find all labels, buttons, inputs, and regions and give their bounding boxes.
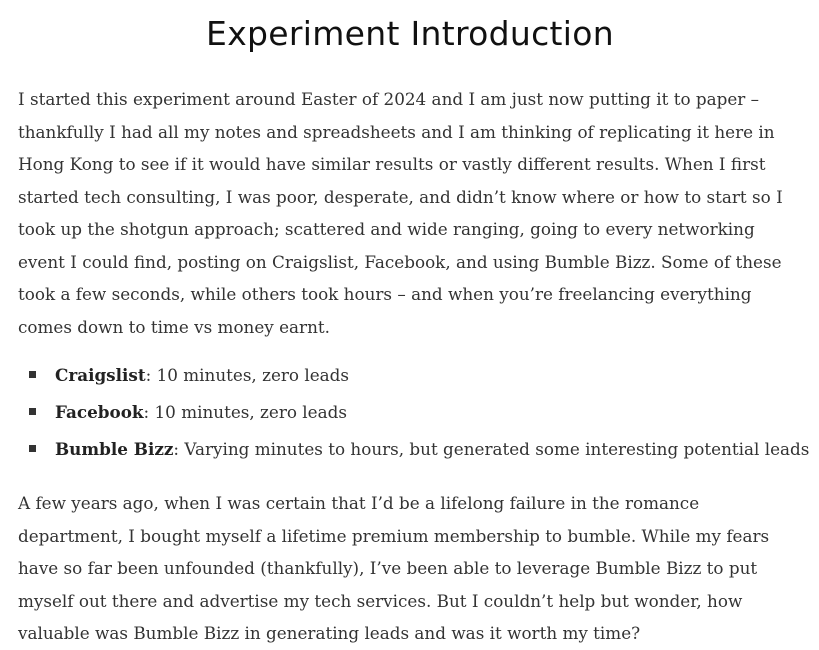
- page-title: Experiment Introduction: [206, 14, 614, 53]
- list-item: Facebook: 10 minutes, zero leads: [29, 394, 802, 431]
- channel-name: Bumble Bizz: [55, 439, 174, 459]
- square-bullet-icon: [29, 445, 36, 452]
- square-bullet-icon: [29, 408, 36, 415]
- square-bullet-icon: [29, 371, 36, 378]
- intro-paragraph: I started this experiment around Easter …: [18, 89, 783, 337]
- channel-detail: : 10 minutes, zero leads: [145, 365, 349, 385]
- closing-paragraph: A few years ago, when I was certain that…: [18, 493, 770, 643]
- list-item: Craigslist: 10 minutes, zero leads: [29, 357, 802, 394]
- article-body: Experiment Introduction I started this e…: [18, 0, 809, 650]
- channel-name: Facebook: [55, 402, 144, 422]
- list-item: Bumble Bizz: Varying minutes to hours, b…: [29, 431, 809, 468]
- channel-detail: : 10 minutes, zero leads: [143, 402, 347, 422]
- channel-name: Craigslist: [55, 365, 146, 385]
- channel-detail: : Varying minutes to hours, but generate…: [173, 439, 810, 459]
- channel-list: Craigslist: 10 minutes, zero leads Faceb…: [18, 357, 809, 468]
